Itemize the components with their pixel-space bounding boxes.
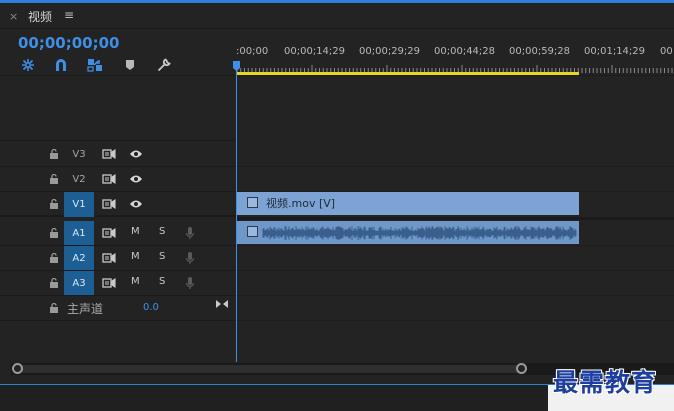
track-header-a1: A1 M S <box>0 221 236 246</box>
track-target-a3[interactable]: A3 <box>64 271 94 296</box>
nest-sequence-icon[interactable] <box>19 56 37 74</box>
lock-icon[interactable] <box>48 252 60 264</box>
track-header-a2: A2 M S <box>0 246 236 271</box>
track-lane-divider <box>237 166 674 167</box>
master-track-label: 主声道 <box>67 302 104 316</box>
watermark-logo: 最需教育 <box>553 368 658 397</box>
eye-icon[interactable] <box>129 148 143 160</box>
lock-icon[interactable] <box>48 148 60 160</box>
audio-clip[interactable] <box>237 221 579 244</box>
close-icon[interactable]: × <box>9 10 18 23</box>
track-header-v2: V2 <box>0 167 236 192</box>
mute-button[interactable]: M <box>131 226 140 237</box>
track-target-a1[interactable]: A1 <box>64 221 94 246</box>
lock-icon[interactable] <box>48 302 60 314</box>
track-target-v1[interactable]: V1 <box>64 192 94 217</box>
track-lane-divider <box>237 320 674 321</box>
go-to-ends-icon[interactable] <box>216 299 228 309</box>
ruler-label: 00;01;14;29 <box>584 46 646 57</box>
track-target-v2[interactable]: V2 <box>64 167 94 192</box>
snap-magnet-icon[interactable] <box>52 56 70 74</box>
sync-lock-icon[interactable] <box>102 198 116 210</box>
microphone-icon[interactable] <box>184 226 196 241</box>
ruler-label: 00;00;44;28 <box>434 46 496 57</box>
waveform-path <box>262 226 577 240</box>
sync-lock-icon[interactable] <box>102 252 116 264</box>
track-lane-divider <box>237 295 674 296</box>
horizontal-scrollbar-thumb[interactable] <box>13 365 527 373</box>
eye-icon[interactable] <box>129 173 143 185</box>
ruler-label: 00 <box>660 46 673 57</box>
scroll-zoom-handle-right[interactable] <box>516 363 527 374</box>
solo-button[interactable]: S <box>159 251 165 262</box>
master-volume-value[interactable]: 0.0 <box>143 302 159 313</box>
track-header-v1: V1 <box>0 192 236 217</box>
track-header-v3: V3 <box>0 142 236 167</box>
solo-button[interactable]: S <box>159 226 165 237</box>
lock-icon[interactable] <box>48 173 60 185</box>
playhead-line[interactable] <box>236 68 237 362</box>
track-header-a3: A3 M S <box>0 271 236 296</box>
sync-lock-icon[interactable] <box>102 277 116 289</box>
track-lane-divider <box>237 217 674 220</box>
scroll-zoom-handle-left[interactable] <box>12 363 23 374</box>
playhead-timecode[interactable]: 00;00;00;00 <box>18 34 120 52</box>
sync-lock-icon[interactable] <box>102 227 116 239</box>
track-target-a2[interactable]: A2 <box>64 246 94 271</box>
audio-waveform <box>262 226 577 240</box>
track-target-v3[interactable]: V3 <box>64 142 94 167</box>
microphone-icon[interactable] <box>184 276 196 291</box>
ruler-label: 00;00;29;29 <box>359 46 421 57</box>
eye-icon[interactable] <box>129 198 143 210</box>
fx-badge-icon <box>247 197 258 208</box>
mute-button[interactable]: M <box>131 251 140 262</box>
track-lane-divider <box>237 270 674 271</box>
ruler-divider <box>0 75 674 76</box>
lock-icon[interactable] <box>48 227 60 239</box>
sync-lock-icon[interactable] <box>102 173 116 185</box>
wrench-settings-icon[interactable] <box>155 56 173 74</box>
panel-menu-icon[interactable]: ≡ <box>64 8 74 22</box>
microphone-icon[interactable] <box>184 251 196 266</box>
ruler-label: :00;00 <box>236 46 269 57</box>
lock-icon[interactable] <box>48 277 60 289</box>
panel-tab-bar: × 视频 ≡ <box>0 3 674 29</box>
track-lane-divider <box>237 245 674 246</box>
video-clip-label: 视频.mov [V] <box>266 197 336 210</box>
sequence-tab-title[interactable]: 视频 <box>28 8 52 25</box>
ruler-label: 00;00;14;29 <box>284 46 346 57</box>
video-clip[interactable]: 视频.mov [V] <box>237 192 579 215</box>
footer-dark-strip <box>0 385 548 411</box>
lock-icon[interactable] <box>48 198 60 210</box>
solo-button[interactable]: S <box>159 276 165 287</box>
ruler-label: 00;00;59;28 <box>509 46 571 57</box>
add-marker-icon[interactable] <box>121 56 139 74</box>
track-header-master <box>0 296 236 321</box>
mute-button[interactable]: M <box>131 276 140 287</box>
linked-selection-icon[interactable] <box>86 56 104 74</box>
sync-lock-icon[interactable] <box>102 148 116 160</box>
track-area-divider <box>0 140 236 141</box>
